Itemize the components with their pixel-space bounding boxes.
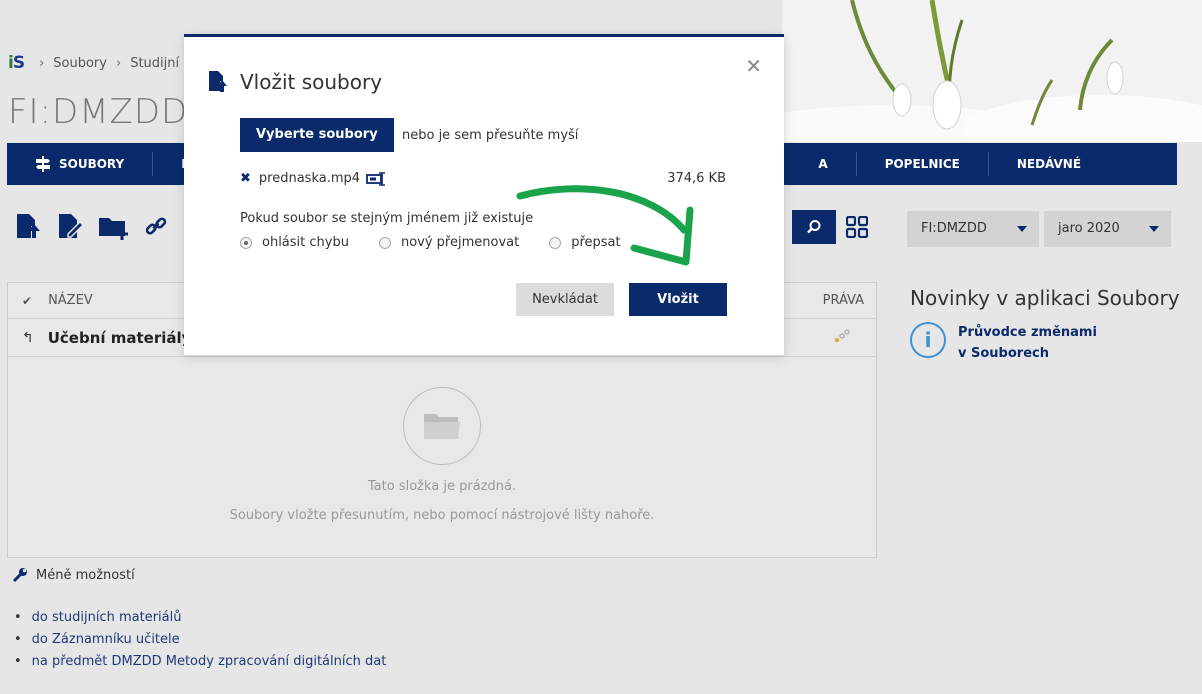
file-size: 374,6 KB [667,171,726,186]
conflict-options: ohlásit chybu nový přejmenovat přepsat [240,235,621,250]
edit-file-icon[interactable] [56,212,84,240]
upload-file-icon [209,71,227,92]
new-folder-icon[interactable] [98,212,130,240]
dialog-title: Vložit soubory [240,70,383,94]
nav-item-popelnice[interactable]: POPELNICE [857,152,989,176]
choose-files-button[interactable]: Vyberte soubory [240,118,394,152]
info-icon: i [910,322,946,358]
nav-item-soubory[interactable]: SOUBORY [7,152,154,176]
grid-view-icon[interactable] [846,216,868,238]
nav-item-nedavne[interactable]: NEDÁVNÉ [989,152,1109,176]
term-select[interactable]: jaro 2020 [1044,211,1171,247]
rights-icon[interactable] [834,329,850,343]
chevron-right-icon: › [115,55,122,71]
course-select[interactable]: FI:DMZDD [907,211,1039,247]
drop-hint: nebo je sem přesuňte myší [402,128,579,143]
empty-folder-state: Tato složka je prázdná. Soubory vložte p… [8,357,876,523]
empty-folder-circle [403,387,481,465]
select-all-check-icon[interactable]: ✔ [22,294,32,308]
header-background [782,0,1202,142]
news-item[interactable]: i Průvodce změnami v Souborech [910,322,1097,364]
cancel-button[interactable]: Nevkládat [516,283,614,316]
radio-rename-new[interactable]: nový přejmenovat [378,235,519,250]
less-options-link[interactable]: Méně možností [12,567,135,583]
related-links: do studijních materiálů do Záznamníku uč… [14,610,387,676]
column-name[interactable]: NÁZEV [48,293,93,308]
breadcrumb: iS › Soubory › Studijní m [8,53,196,73]
radio-report-error[interactable]: ohlásit chybu [240,235,349,250]
is-logo[interactable]: iS [8,53,25,73]
radio-dot[interactable] [378,236,391,249]
link-teacher-notebook[interactable]: do Záznamníku učitele [14,632,386,647]
upload-file-icon[interactable] [14,212,42,240]
chevron-right-icon: › [39,55,45,71]
radio-overwrite[interactable]: přepsat [549,235,621,250]
wrench-icon [12,568,27,583]
remove-file-icon[interactable]: ✖ [240,171,251,186]
folder-up-icon[interactable]: ↰ [22,330,34,346]
breadcrumb-item-soubory[interactable]: Soubory [53,56,107,71]
search-button[interactable] [792,210,836,244]
folder-icon [424,414,460,439]
radio-dot[interactable] [549,236,562,249]
column-rights: PRÁVA [822,293,864,308]
signpost-icon [36,156,50,172]
search-icon [807,220,821,234]
rename-icon[interactable] [366,171,388,186]
insert-files-dialog: Vložit soubory ✕ Vyberte soubory nebo je… [184,34,784,355]
news-item-text[interactable]: Průvodce změnami v Souborech [958,322,1097,364]
conflict-label: Pokud soubor se stejným jménem již exist… [240,211,534,226]
link-course[interactable]: na předmět DMZDD Metody zpracování digit… [14,654,387,669]
caret-down-icon [1017,226,1027,232]
news-title: Novinky v aplikaci Soubory [910,286,1180,310]
current-folder-name: Učební materiály [47,328,192,347]
link-study-materials[interactable]: do studijních materiálů [14,610,386,625]
nav-item-a[interactable]: A [790,152,857,176]
file-name: prednaska.mp4 [258,171,361,186]
insert-button[interactable]: Vložit [629,283,727,316]
radio-dot[interactable] [240,236,252,249]
empty-folder-hint: Soubory vložte přesunutím, nebo pomocí n… [229,508,655,523]
link-icon[interactable] [144,212,168,240]
empty-folder-title: Tato složka je prázdná. [367,479,517,494]
caret-down-icon [1149,226,1159,232]
selected-file-row: ✖ prednaska.mp4 374,6 KB [240,171,726,186]
close-icon[interactable]: ✕ [745,54,762,78]
file-toolbar [14,212,168,240]
